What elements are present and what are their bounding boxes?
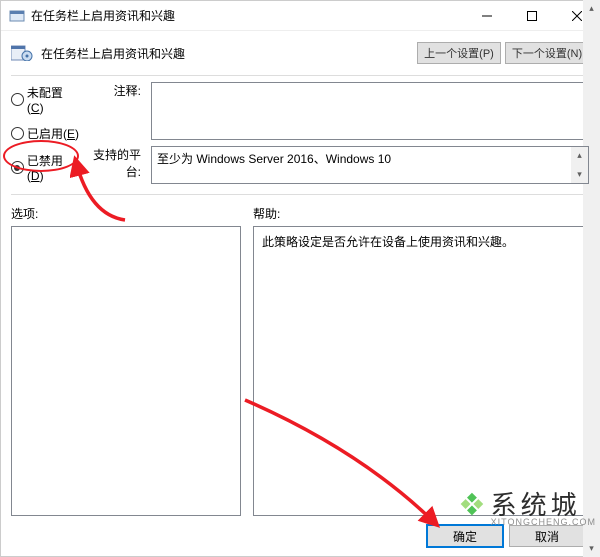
- platform-label: 支持的平台:: [87, 146, 147, 180]
- scrollbar[interactable]: ▴ ▾: [571, 147, 588, 183]
- supported-platform-box: 至少为 Windows Server 2016、Windows 10 ▴ ▾: [151, 146, 589, 184]
- scrollbar[interactable]: ▴ ▾: [583, 82, 589, 140]
- help-pane: 此策略设定是否允许在设备上使用资讯和兴趣。: [253, 226, 589, 516]
- help-text: 此策略设定是否允许在设备上使用资讯和兴趣。: [262, 235, 514, 249]
- divider: [11, 75, 589, 76]
- cancel-button[interactable]: 取消: [509, 525, 585, 547]
- maximize-button[interactable]: [509, 1, 554, 30]
- minimize-button[interactable]: [464, 1, 509, 30]
- comment-textarea[interactable]: ▴ ▾: [151, 82, 589, 140]
- comment-label: 注释:: [87, 82, 147, 99]
- next-setting-button[interactable]: 下一个设置(N): [505, 42, 589, 64]
- window-icon: [9, 8, 25, 24]
- radio-not-configured[interactable]: 未配置(C): [11, 84, 79, 115]
- options-header: 选项:: [11, 205, 241, 222]
- scroll-down-icon: ▾: [571, 166, 588, 183]
- scroll-up-icon: ▴: [571, 147, 588, 164]
- radio-icon: [11, 161, 24, 174]
- policy-title: 在任务栏上启用资讯和兴趣: [41, 45, 185, 62]
- policy-icon: [11, 45, 33, 61]
- radio-icon: [11, 93, 24, 106]
- help-header: 帮助:: [253, 205, 280, 222]
- radio-icon: [11, 127, 24, 140]
- header-toolbar: 在任务栏上启用资讯和兴趣 上一个设置(P) 下一个设置(N): [1, 31, 599, 75]
- radio-label-not-configured: 未配置(C): [27, 84, 79, 115]
- dialog-window: 在任务栏上启用资讯和兴趣 在任务栏上启用资讯和兴趣 上一个设置(P): [0, 0, 600, 557]
- window-title: 在任务栏上启用资讯和兴趣: [31, 7, 175, 24]
- radio-disabled[interactable]: 已禁用(D): [11, 152, 79, 183]
- platform-value: 至少为 Windows Server 2016、Windows 10: [157, 150, 391, 167]
- radio-label-enabled: 已启用(E): [27, 125, 79, 142]
- ok-button[interactable]: 确定: [427, 525, 503, 547]
- previous-setting-button[interactable]: 上一个设置(P): [417, 42, 501, 64]
- radio-enabled[interactable]: 已启用(E): [11, 125, 79, 142]
- options-pane: [11, 226, 241, 516]
- titlebar: 在任务栏上启用资讯和兴趣: [1, 1, 599, 31]
- radio-label-disabled: 已禁用(D): [27, 152, 79, 183]
- divider: [11, 194, 589, 195]
